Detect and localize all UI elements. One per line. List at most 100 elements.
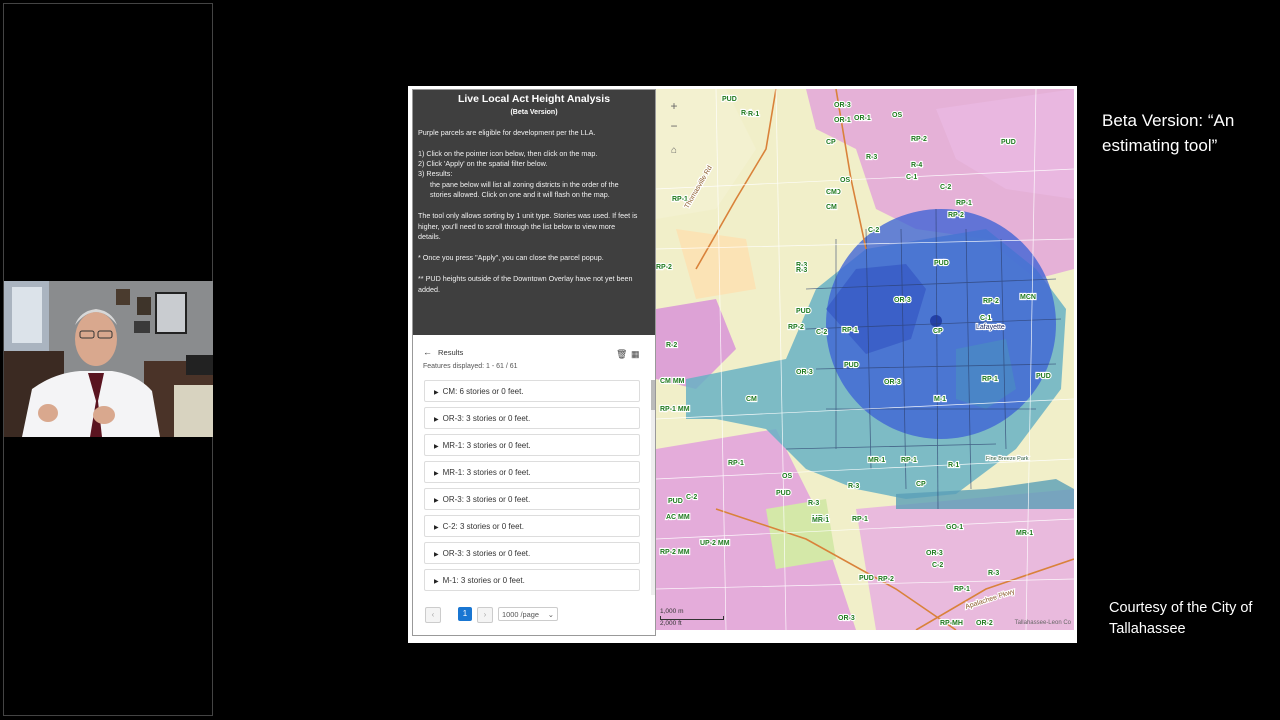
zone-label: C-2 (932, 562, 943, 569)
zone-label: OS (892, 112, 902, 119)
zone-label: R-1 (748, 111, 759, 118)
next-page-button[interactable]: › (477, 607, 493, 623)
presenter-webcam (4, 281, 213, 437)
zone-label: OR-1 (834, 117, 851, 124)
zone-label: PUD (844, 362, 859, 369)
zone-label: PUD (722, 96, 737, 103)
park-label: Fine Breeze Park (986, 456, 1029, 462)
screenshare-area: Live Local Act Height Analysis (Beta Ver… (408, 86, 1077, 643)
result-label: MR-1: 3 stories or 0 feet. (442, 468, 531, 477)
expand-triangle-icon: ▶ (434, 390, 439, 396)
result-item[interactable]: ▶ M-1: 3 stories or 0 feet. (424, 569, 640, 591)
zone-label: GO-1 (946, 524, 963, 531)
zone-label: MR-1 (1016, 530, 1033, 537)
zone-label: R-1 (948, 462, 959, 469)
zone-label: RP-2 (878, 576, 894, 583)
results-scrollbar[interactable] (651, 380, 655, 595)
result-label: OR-3: 3 stories or 0 feet. (442, 549, 531, 558)
instruction-line: 3) Results: (418, 169, 453, 178)
result-label: M-1: 3 stories or 0 feet. (442, 576, 525, 585)
prev-page-button[interactable]: ‹ (425, 607, 441, 623)
expand-triangle-icon: ▶ (434, 498, 439, 504)
analysis-panel: Live Local Act Height Analysis (Beta Ver… (412, 89, 656, 636)
zone-label: OR-3 (796, 369, 813, 376)
zone-label: RP-1 (842, 327, 858, 334)
zone-label: PUD (1036, 373, 1051, 380)
zone-label: RP-2 (983, 298, 999, 305)
instruction-line: higher, you'll need to scroll through th… (418, 222, 616, 231)
page-size-select[interactable]: 1000 /page ⌄ (498, 607, 558, 621)
instruction-line: added. (418, 285, 440, 294)
scale-feet: 2,000 ft (660, 620, 682, 627)
zone-label: RP-1 (954, 586, 970, 593)
instruction-line: ** PUD heights outside of the Downtown O… (418, 274, 633, 283)
zone-label: C-2 (940, 184, 951, 191)
home-icon[interactable]: ⌂ (664, 141, 684, 161)
features-count: Features displayed: 1 - 61 / 61 (423, 363, 518, 370)
zone-label: CP (826, 139, 836, 146)
zone-label: OR-1 (854, 115, 871, 122)
result-item[interactable]: ▶ OR-3: 3 stories or 0 feet. (424, 407, 640, 429)
zoom-in-button[interactable]: + (664, 96, 684, 116)
zone-label: OR-3 (894, 297, 911, 304)
instruction-line: 2) Click 'Apply' on the spatial filter b… (418, 159, 548, 168)
result-label: CM: 6 stories or 0 feet. (442, 387, 524, 396)
panel-subtitle: (Beta Version) (510, 109, 558, 116)
map-canvas[interactable]: PUD OR-3 OR-1 R-1 OS CP R-3 PUD RP-2 R-4… (656, 89, 1074, 630)
result-item[interactable]: ▶ MR-1: 3 stories or 0 feet. (424, 461, 640, 483)
zone-label: MR-1 (868, 457, 885, 464)
zone-label: PUD (859, 575, 874, 582)
scroll-thumb[interactable] (651, 380, 655, 410)
zone-label: PUD (776, 490, 791, 497)
zone-label: CM (826, 204, 837, 211)
zone-label: RP-2 MM (660, 549, 690, 556)
instruction-line: stories allowed. Click on one and it wil… (430, 190, 610, 199)
zone-label: RP-2 (948, 212, 964, 219)
zone-label: PUD (934, 260, 949, 267)
panel-title: Live Local Act Height Analysis (457, 93, 611, 105)
map-attribution: Tallahassee-Leon Co (1014, 620, 1071, 626)
results-list: ▶ CM: 6 stories or 0 feet. ▶ OR-3: 3 stori… (424, 380, 640, 596)
result-item[interactable]: ▶ CM: 6 stories or 0 feet. (424, 380, 640, 402)
zone-label: CM (826, 189, 837, 196)
zone-label: R-3 (808, 500, 819, 507)
select-all-icon[interactable]: ▦ (631, 349, 640, 360)
page-number-button[interactable]: 1 (458, 607, 472, 621)
zone-label: R-3 (988, 570, 999, 577)
expand-triangle-icon: ▶ (434, 552, 439, 558)
zone-label: C-1 (906, 174, 917, 181)
instruction-line: 1) Click on the pointer icon below, then… (418, 149, 598, 158)
zone-label: M-1 (934, 396, 946, 403)
zone-label: OR-3 (884, 379, 901, 386)
result-item[interactable]: ▶ C-2: 3 stories or 0 feet. (424, 515, 640, 537)
result-label: OR-3: 3 stories or 0 feet. (442, 495, 531, 504)
zoom-out-button[interactable]: − (664, 116, 684, 136)
map-scale-bar: 1,000 m 2,000 ft (660, 608, 724, 628)
zoning-map[interactable]: PUD OR-3 OR-1 R-1 OS CP R-3 PUD RP-2 R-4… (656, 89, 1074, 630)
zone-label: MR-1 (812, 517, 829, 524)
chevron-down-icon: ⌄ (547, 610, 554, 619)
instruction-line: * Once you press "Apply", you can close … (418, 253, 604, 262)
zone-label: R-3 (848, 483, 859, 490)
results-header: ← Results (423, 347, 463, 357)
back-arrow-icon[interactable]: ← (423, 347, 432, 357)
result-item[interactable]: ▶ OR-3: 3 stories or 0 feet. (424, 542, 640, 564)
result-item[interactable]: ▶ MR-1: 3 stories or 0 feet. (424, 434, 640, 456)
expand-triangle-icon: ▶ (434, 417, 439, 423)
instruction-line: Purple parcels are eligible for developm… (418, 128, 596, 137)
zone-label: RP-1 (728, 460, 744, 467)
zone-label: CP (916, 481, 926, 488)
zone-label: RP-1 (956, 200, 972, 207)
zone-label: OR-3 (926, 550, 943, 557)
result-item[interactable]: ▶ OR-3: 3 stories or 0 feet. (424, 488, 640, 510)
zone-label: RP-1 (901, 457, 917, 464)
zone-label: PUD (1001, 139, 1016, 146)
trash-icon[interactable]: 🗑 (616, 349, 627, 360)
instructions-section: Live Local Act Height Analysis (Beta Ver… (413, 90, 655, 335)
zone-label: CM MM (660, 378, 685, 385)
zone-label: RP-MH (940, 620, 963, 627)
expand-triangle-icon: ▶ (434, 525, 439, 531)
zone-label: PUD (796, 308, 811, 315)
zone-label: PUD (668, 498, 683, 505)
expand-triangle-icon: ▶ (434, 579, 439, 585)
